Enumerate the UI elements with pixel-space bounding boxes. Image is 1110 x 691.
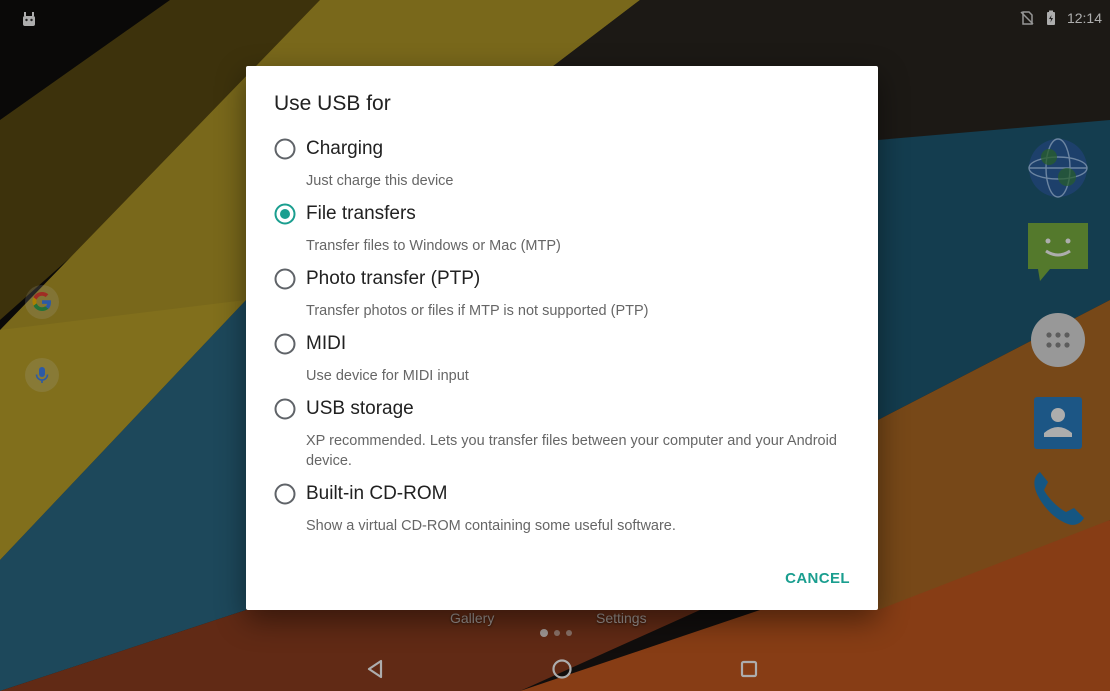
usb-mode-dialog: Use USB for Charging Just charge this dev… — [246, 66, 878, 610]
usb-option-description: Just charge this device — [306, 173, 454, 189]
usb-option-label: Photo transfer (PTP) — [306, 268, 481, 289]
usb-option-description: Transfer files to Windows or Mac (MTP) — [306, 238, 561, 254]
radio-unchecked-icon[interactable] — [274, 333, 296, 355]
usb-option-description: Show a virtual CD-ROM containing some us… — [306, 518, 676, 534]
usb-option-label: USB storage — [306, 398, 414, 419]
usb-option-label: File transfers — [306, 203, 416, 224]
usb-option-description: Use device for MIDI input — [306, 368, 469, 384]
radio-checked-icon[interactable] — [274, 203, 296, 225]
radio-unchecked-icon[interactable] — [274, 138, 296, 160]
radio-unchecked-icon[interactable] — [274, 483, 296, 505]
usb-option-description: XP recommended. Lets you transfer files … — [306, 433, 837, 469]
dialog-title: Use USB for — [274, 92, 391, 115]
usb-option-label: MIDI — [306, 333, 347, 354]
radio-unchecked-icon[interactable] — [274, 398, 296, 420]
radio-unchecked-icon[interactable] — [274, 268, 296, 290]
usb-option-label: Built-in CD-ROM — [306, 483, 448, 504]
usb-option-description: Transfer photos or files if MTP is not s… — [306, 303, 649, 319]
android-home-screen: 12:14 Gallery Settings Use USB for Charg… — [0, 0, 1110, 691]
usb-option-label: Charging — [306, 138, 384, 159]
cancel-button[interactable]: CANCEL — [783, 566, 852, 591]
